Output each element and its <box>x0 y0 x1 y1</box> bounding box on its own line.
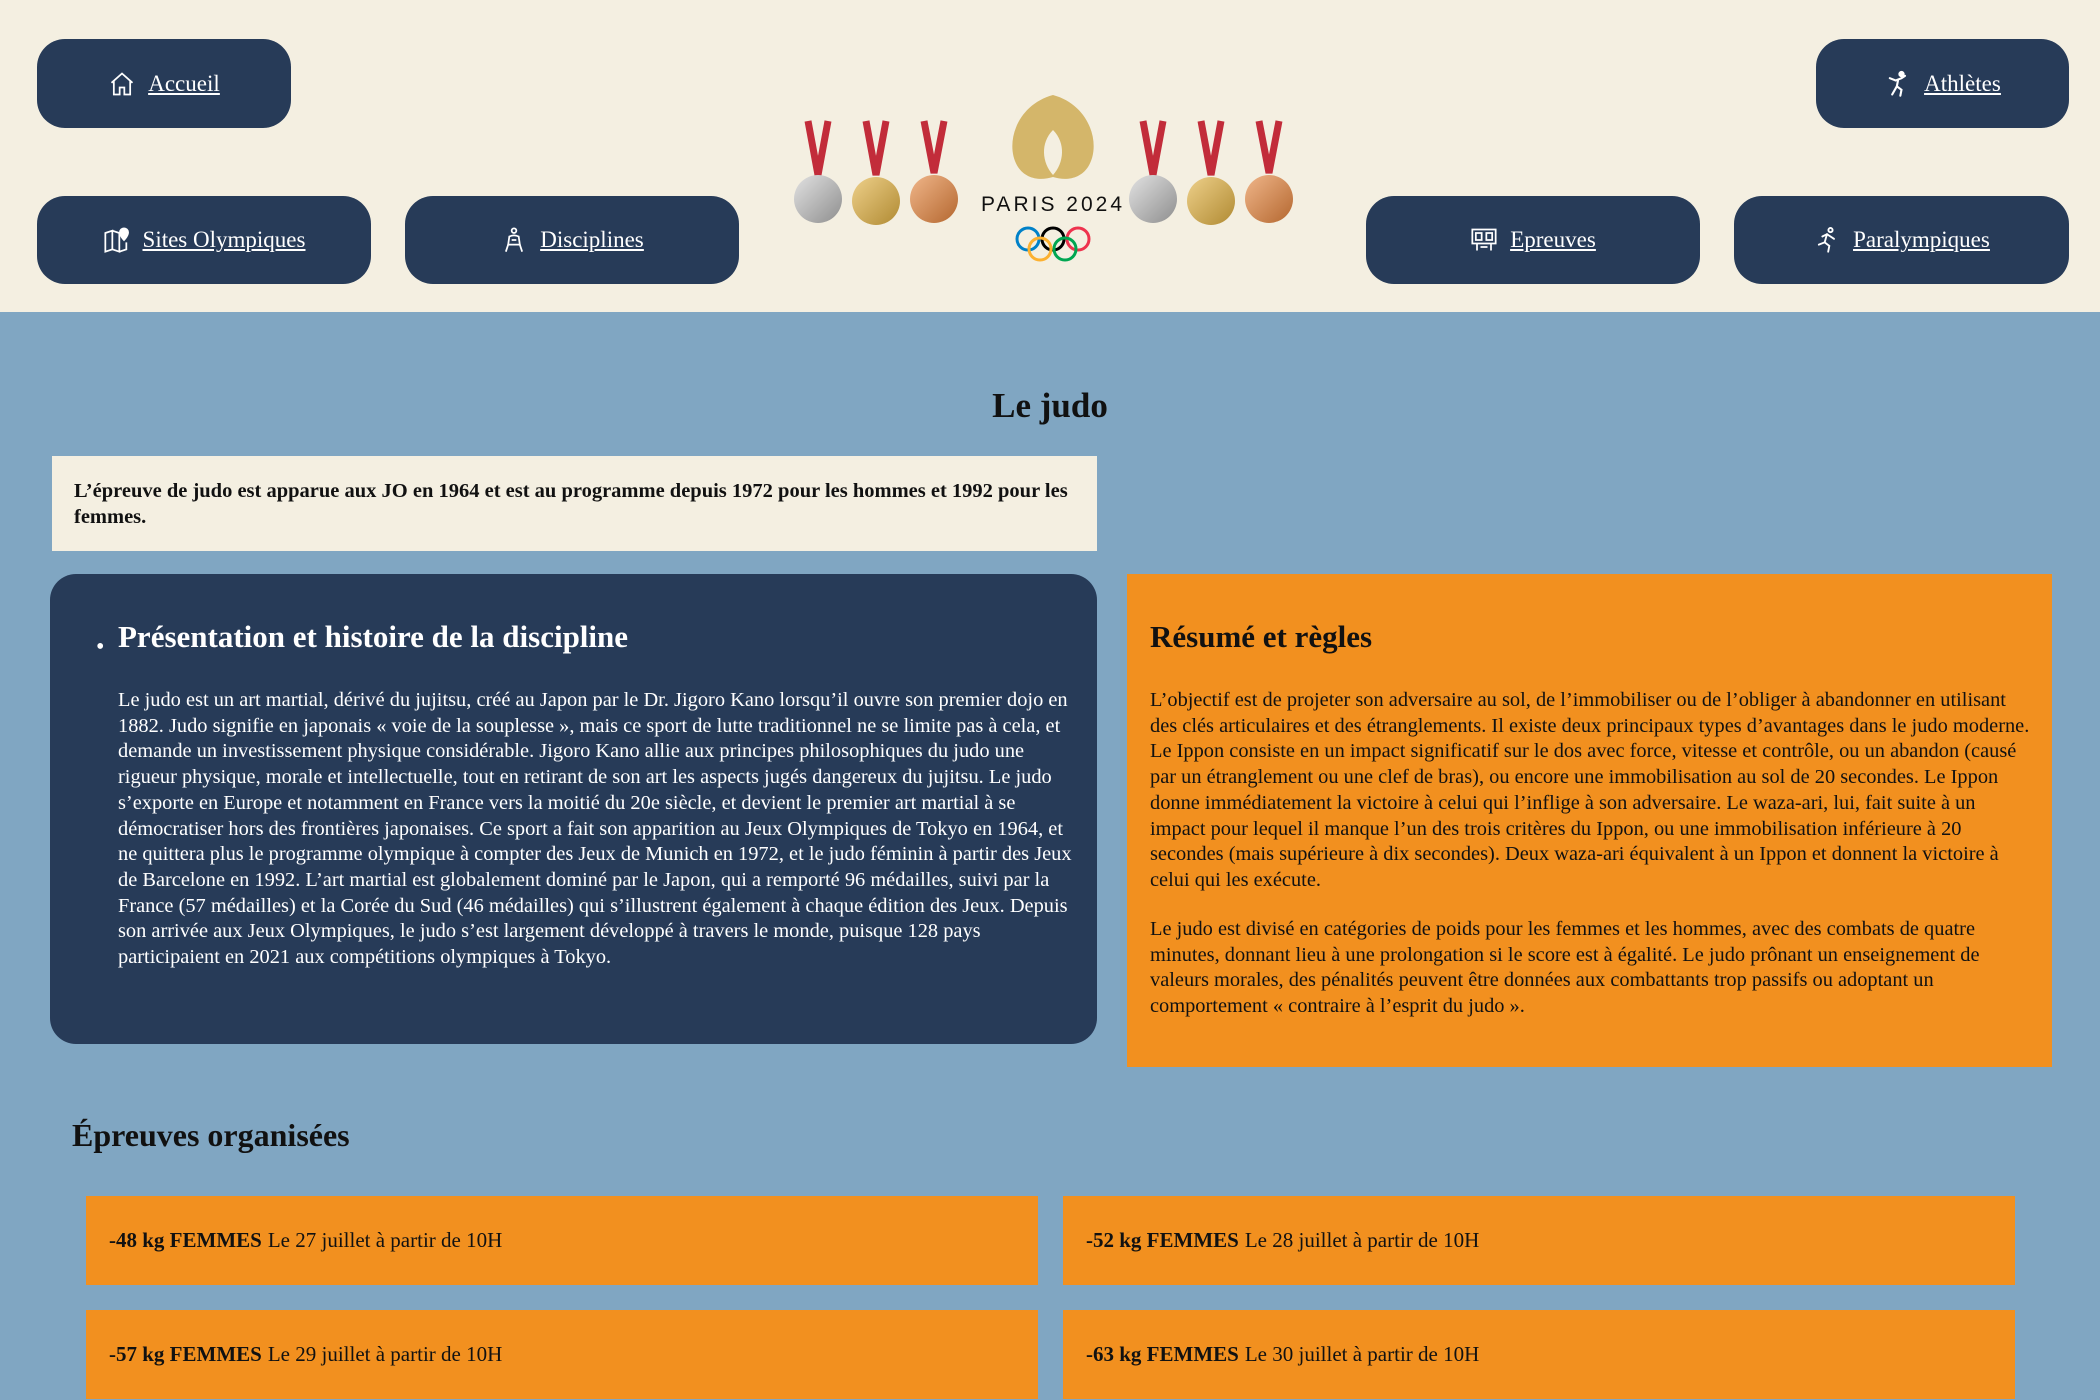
rules-paragraph-2: Le judo est divisé en catégories de poid… <box>1150 918 1980 1018</box>
event-date: Le 27 juillet à partir de 10H <box>267 1228 503 1252</box>
medal-silver-left <box>794 120 842 223</box>
runner-icon <box>1818 227 1836 253</box>
nav-paralympiques-button[interactable]: Paralympiques <box>1734 196 2069 284</box>
nav-sites-button[interactable]: Sites Olympiques <box>37 196 371 284</box>
event-card[interactable]: -63 kg FEMMES Le 30 juillet à partir de … <box>1063 1310 2015 1399</box>
map-pin-icon <box>103 227 129 253</box>
home-icon <box>111 71 134 95</box>
history-title: Présentation et histoire de la disciplin… <box>118 619 629 654</box>
page-title: Le judo <box>992 386 1108 425</box>
olympic-rings <box>1015 226 1091 262</box>
nav-athletes-button[interactable]: Athlètes <box>1816 39 2069 128</box>
scoreboard-icon <box>1471 228 1497 251</box>
nav-epreuves-label: Epreuves <box>1510 227 1596 252</box>
rules-paragraph-1: L’objectif est de projeter son adversair… <box>1150 689 2030 891</box>
judoka-icon <box>505 227 524 252</box>
nav-disciplines-button[interactable]: Disciplines <box>405 196 739 284</box>
medal-bronze-right <box>1245 120 1293 223</box>
event-card[interactable]: -48 kg FEMMES Le 27 juillet à partir de … <box>86 1196 1038 1285</box>
event-card[interactable]: -52 kg FEMMES Le 28 juillet à partir de … <box>1063 1196 2015 1285</box>
athlete-icon <box>1888 70 1907 97</box>
nav-sites-label: Sites Olympiques <box>142 227 306 252</box>
event-card[interactable]: -57 kg FEMMES Le 29 juillet à partir de … <box>86 1310 1038 1399</box>
event-category: -57 kg FEMMES <box>109 1342 262 1366</box>
nav-athletes-label: Athlètes <box>1924 70 2001 96</box>
medal-bronze-left <box>910 120 958 223</box>
nav-paralympiques-label: Paralympiques <box>1853 227 1990 252</box>
history-text: Le judo est un art martial, dérivé du ju… <box>118 689 1072 969</box>
events-title: Épreuves organisées <box>72 1117 350 1153</box>
event-category: -48 kg FEMMES <box>109 1228 262 1252</box>
medal-gold-right <box>1187 120 1235 225</box>
event-date: Le 29 juillet à partir de 10H <box>267 1342 503 1366</box>
paris-2024-logo[interactable]: PARIS 2024 <box>790 85 1310 270</box>
event-category: -63 kg FEMMES <box>1086 1342 1239 1366</box>
intro-box: L’épreuve de judo est apparue aux JO en … <box>52 456 1097 551</box>
paris-2024-wordmark: PARIS 2024 <box>981 193 1125 216</box>
nav-disciplines-label: Disciplines <box>540 227 644 252</box>
list-bullet: • <box>96 634 105 660</box>
event-category: -52 kg FEMMES <box>1086 1228 1239 1252</box>
event-date: Le 28 juillet à partir de 10H <box>1244 1228 1480 1252</box>
nav-accueil-button[interactable]: Accueil <box>37 39 291 128</box>
rules-title: Résumé et règles <box>1150 619 1373 654</box>
medal-gold-left <box>852 120 900 225</box>
nav-epreuves-button[interactable]: Epreuves <box>1366 196 1700 284</box>
site-header: Accueil Athlètes Sites Olympiques Discip… <box>0 0 2100 312</box>
nav-accueil-label: Accueil <box>148 70 220 96</box>
event-date: Le 30 juillet à partir de 10H <box>1244 1342 1480 1366</box>
flame-emblem <box>1012 95 1094 179</box>
medal-silver-right <box>1129 120 1177 223</box>
